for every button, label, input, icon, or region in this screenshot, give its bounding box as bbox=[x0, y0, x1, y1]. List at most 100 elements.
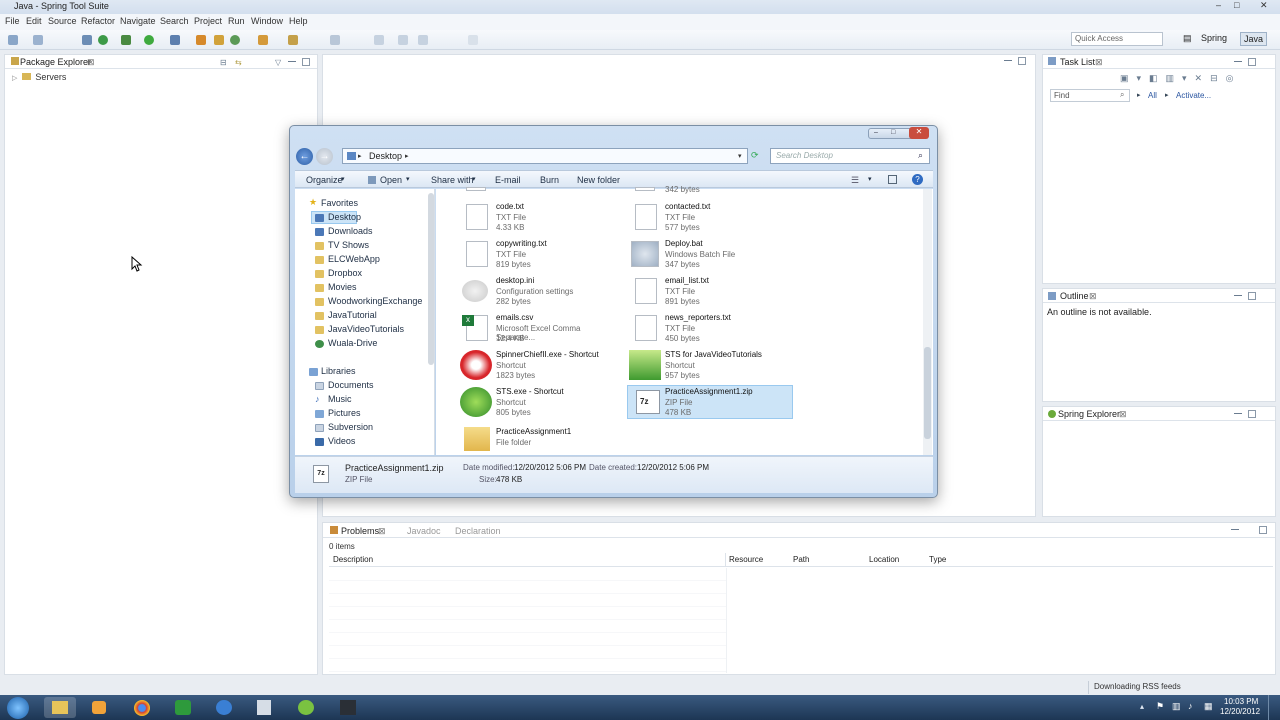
file-item[interactable]: contacted.txt TXT File 577 bytes bbox=[629, 200, 793, 234]
maximize-view-icon[interactable] bbox=[1248, 292, 1256, 300]
file-item[interactable]: desktop.ini Configuration settings 282 b… bbox=[460, 274, 620, 308]
share-dropdown-icon[interactable]: ▾ bbox=[472, 175, 476, 183]
volume-icon[interactable]: ♪ bbox=[1188, 701, 1193, 711]
new-package-icon[interactable] bbox=[196, 35, 206, 45]
maximize-view-icon[interactable] bbox=[1248, 58, 1256, 66]
sts-taskbar-icon[interactable] bbox=[298, 700, 314, 715]
file-item[interactable]: SpinnerChiefII.exe - Shortcut Shortcut 1… bbox=[460, 348, 640, 382]
minimize-view-icon[interactable] bbox=[1234, 295, 1242, 296]
nav-videos[interactable]: Videos bbox=[328, 436, 355, 446]
annotation-icon[interactable] bbox=[330, 35, 340, 45]
pin-icon[interactable] bbox=[468, 35, 478, 45]
menu-run[interactable]: Run bbox=[228, 16, 245, 26]
tree-item-servers[interactable]: ▷ Servers bbox=[12, 72, 66, 82]
tray-icon[interactable]: ▦ bbox=[1204, 701, 1213, 712]
collapse-all-icon[interactable]: ⊟ bbox=[220, 58, 228, 67]
nav-woodworkingexchange[interactable]: WoodworkingExchange bbox=[328, 296, 422, 306]
file-item[interactable]: x emails.csv Microsoft Excel Comma Separ… bbox=[460, 311, 620, 345]
nav-downloads[interactable]: Downloads bbox=[328, 226, 373, 236]
start-button[interactable] bbox=[7, 697, 29, 719]
clock-time[interactable]: 10:03 PM bbox=[1224, 697, 1258, 706]
new-folder-button[interactable]: New folder bbox=[577, 175, 620, 185]
nav-movies[interactable]: Movies bbox=[328, 282, 357, 292]
tab-javadoc[interactable]: Javadoc bbox=[407, 526, 441, 536]
tab-problems[interactable]: Problems bbox=[341, 526, 379, 536]
nav-dropbox[interactable]: Dropbox bbox=[328, 268, 362, 278]
view-dropdown-icon[interactable]: ▾ bbox=[868, 175, 872, 183]
search-tool-icon[interactable] bbox=[288, 35, 298, 45]
app-icon[interactable] bbox=[216, 700, 232, 715]
view-menu-icon[interactable]: ▽ bbox=[275, 58, 283, 67]
close-tab-icon[interactable]: ⊠ bbox=[87, 57, 95, 68]
column-resource[interactable]: Resource bbox=[729, 555, 763, 564]
scrollbar-thumb[interactable] bbox=[924, 347, 931, 439]
open-button[interactable]: Open bbox=[380, 175, 402, 185]
nav-scrollbar[interactable] bbox=[428, 193, 434, 365]
close-tab-icon[interactable]: ⊠ bbox=[1119, 409, 1127, 420]
outline-tab[interactable]: Outline bbox=[1060, 291, 1089, 301]
task-list-tab[interactable]: Task List bbox=[1060, 57, 1095, 67]
file-item[interactable]: STS for JavaVideoTutorials Shortcut 957 … bbox=[629, 348, 799, 382]
network-icon[interactable]: ▥ bbox=[1172, 701, 1181, 712]
task-all-link[interactable]: All bbox=[1148, 91, 1157, 100]
perspective-spring[interactable]: Spring bbox=[1198, 32, 1230, 46]
menu-window[interactable]: Window bbox=[251, 16, 283, 26]
nav-javavideotutorials[interactable]: JavaVideoTutorials bbox=[328, 324, 404, 334]
flag-icon[interactable]: ⚑ bbox=[1156, 701, 1164, 712]
menu-project[interactable]: Project bbox=[194, 16, 222, 26]
link-editor-icon[interactable]: ⇆ bbox=[235, 58, 243, 67]
minimize-button[interactable]: – bbox=[1216, 0, 1221, 10]
close-button[interactable]: ✕ bbox=[1260, 0, 1268, 11]
explorer-close-button[interactable]: ✕ bbox=[909, 127, 929, 139]
tray-arrow-icon[interactable]: ▴ bbox=[1140, 702, 1144, 711]
address-bar[interactable]: ▸ Desktop ▸ ▾ bbox=[342, 148, 748, 164]
back-button[interactable]: ← bbox=[296, 148, 313, 165]
next-annotation-icon[interactable] bbox=[374, 35, 384, 45]
minimize-view-icon[interactable] bbox=[288, 61, 296, 62]
column-path[interactable]: Path bbox=[793, 555, 809, 564]
show-desktop-button[interactable] bbox=[1268, 695, 1280, 720]
maximize-view-icon[interactable] bbox=[1248, 410, 1256, 418]
preview-pane-icon[interactable] bbox=[888, 175, 897, 184]
debug-icon[interactable] bbox=[98, 35, 108, 45]
maximize-view-icon[interactable] bbox=[302, 58, 310, 66]
task-find-input[interactable]: Find bbox=[1050, 89, 1130, 102]
nav-tv-shows[interactable]: TV Shows bbox=[328, 240, 369, 250]
open-type-icon[interactable] bbox=[258, 35, 268, 45]
maximize-button[interactable]: □ bbox=[1234, 0, 1239, 10]
column-location[interactable]: Location bbox=[869, 555, 899, 564]
nav-subversion[interactable]: Subversion bbox=[328, 422, 373, 432]
explorer-maximize-button[interactable]: □ bbox=[891, 129, 895, 136]
minimize-view-icon[interactable] bbox=[1231, 529, 1239, 530]
minimize-view-icon[interactable] bbox=[1234, 61, 1242, 62]
terminal-icon[interactable] bbox=[340, 700, 356, 715]
forward-icon[interactable] bbox=[418, 35, 428, 45]
minimize-view-icon[interactable] bbox=[1234, 413, 1242, 414]
file-item[interactable]: email_list.txt TXT File 891 bytes bbox=[629, 274, 793, 308]
file-item[interactable]: STS.exe - Shortcut Shortcut 805 bytes bbox=[460, 385, 620, 419]
menu-search[interactable]: Search bbox=[160, 16, 189, 26]
clock-date[interactable]: 12/20/2012 bbox=[1220, 707, 1260, 716]
back-icon[interactable] bbox=[398, 35, 408, 45]
tool-icon[interactable] bbox=[82, 35, 92, 45]
menu-help[interactable]: Help bbox=[289, 16, 308, 26]
file-list-scrollbar[interactable] bbox=[923, 189, 932, 455]
quick-access-input[interactable]: Quick Access bbox=[1071, 32, 1163, 46]
refresh-icon[interactable]: ⟳ bbox=[751, 150, 759, 161]
run-icon[interactable] bbox=[144, 35, 154, 45]
organize-dropdown-icon[interactable]: ▾ bbox=[341, 175, 345, 183]
file-item-selected[interactable]: 7z PracticeAssignment1.zip ZIP File 478 … bbox=[627, 385, 793, 419]
chrome-icon[interactable] bbox=[134, 700, 150, 716]
share-with-button[interactable]: Share with bbox=[431, 175, 474, 185]
save-icon[interactable] bbox=[33, 35, 43, 45]
nav-favorites[interactable]: Favorites bbox=[321, 198, 358, 208]
address-dropdown-icon[interactable]: ▾ bbox=[738, 152, 742, 160]
organize-button[interactable]: Organize bbox=[306, 175, 343, 185]
bug-icon[interactable] bbox=[121, 35, 131, 45]
external-tools-icon[interactable] bbox=[170, 35, 180, 45]
media-player-icon[interactable] bbox=[92, 701, 106, 714]
menu-refactor[interactable]: Refactor bbox=[81, 16, 115, 26]
nav-libraries[interactable]: Libraries bbox=[321, 366, 356, 376]
nav-documents[interactable]: Documents bbox=[328, 380, 374, 390]
spring-explorer-tab[interactable]: Spring Explorer bbox=[1058, 409, 1120, 419]
